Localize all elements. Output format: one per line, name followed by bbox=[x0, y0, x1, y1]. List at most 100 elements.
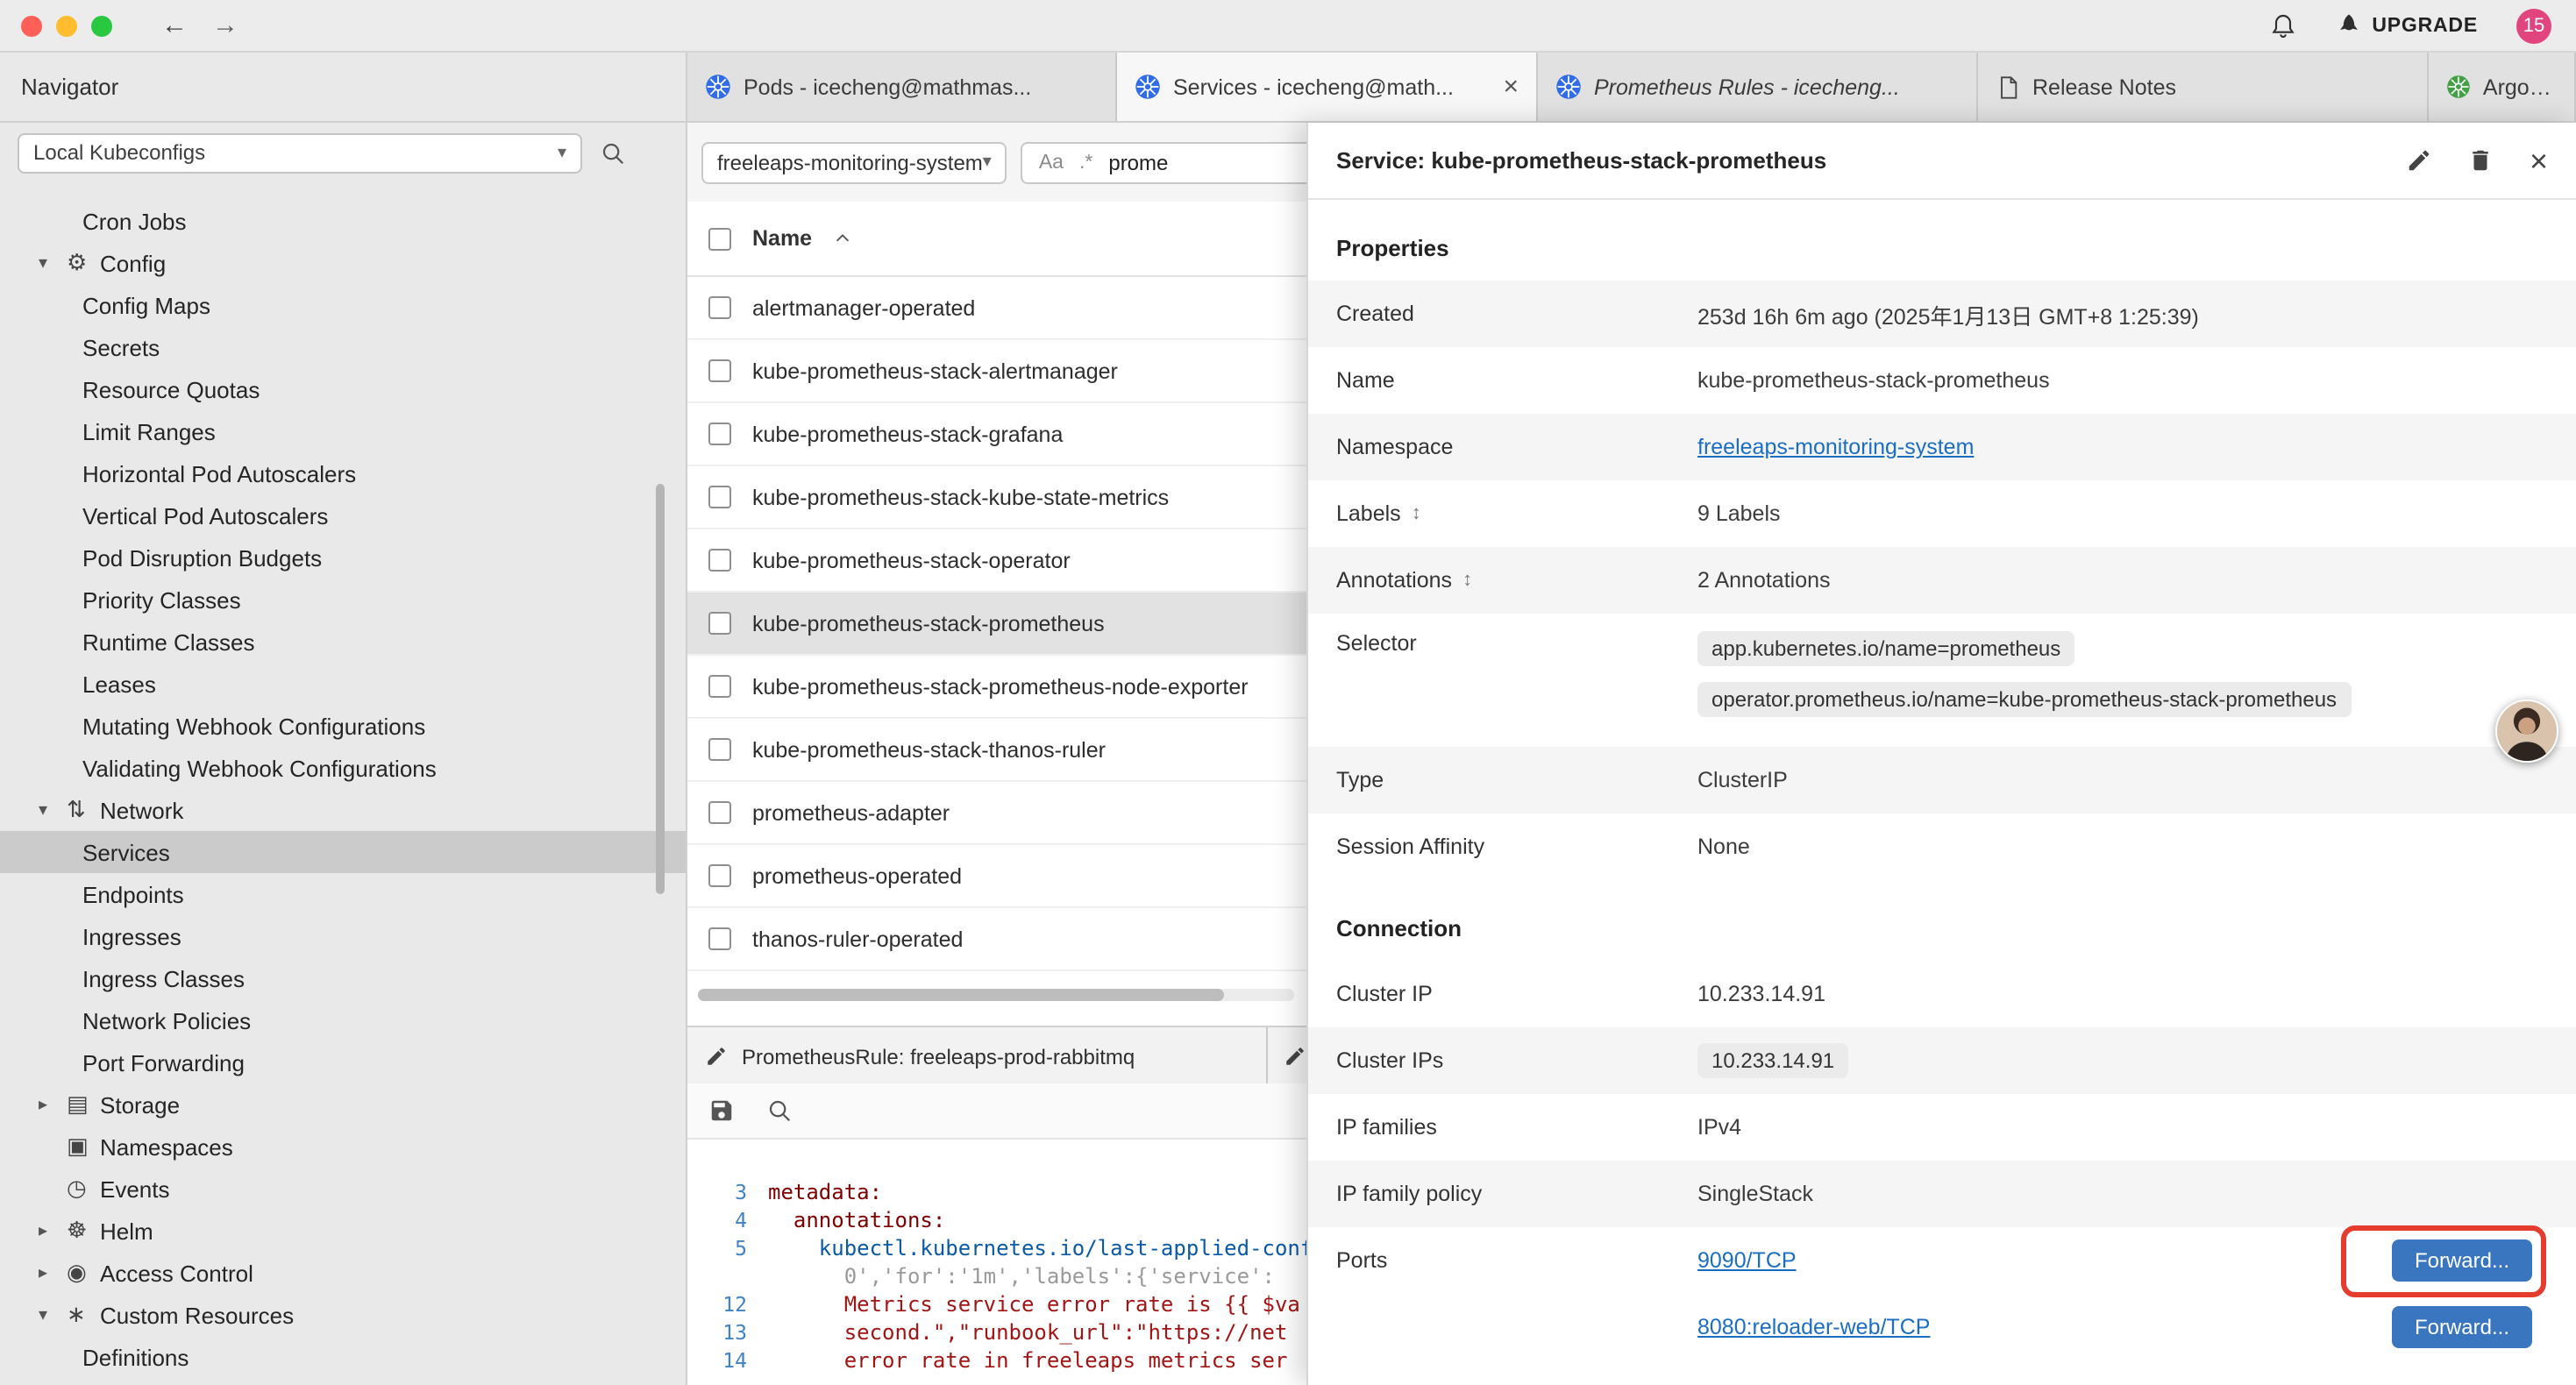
tab-prometheus-rules[interactable]: Prometheus Rules - icecheng... bbox=[1538, 53, 1978, 121]
sidebar-item[interactable]: Cron Jobs bbox=[0, 200, 686, 242]
sidebar-item[interactable]: ▸ ◉ Access Control bbox=[0, 1252, 686, 1294]
sidebar-item[interactable]: ▾ ⇅ Network bbox=[0, 789, 686, 831]
search-input[interactable]: Aa .* prome bbox=[1021, 141, 1306, 183]
tree-chevron-icon[interactable]: ▸ bbox=[39, 1263, 67, 1282]
tab-pods[interactable]: Pods - icecheng@mathmas... bbox=[687, 53, 1117, 121]
row-checkbox[interactable] bbox=[708, 359, 731, 382]
sidebar-item[interactable]: Mutating Webhook Configurations bbox=[0, 705, 686, 747]
sidebar-item[interactable]: Horizontal Pod Autoscalers bbox=[0, 452, 686, 494]
dock-tab-prometheusrule[interactable]: PrometheusRule: freeleaps-prod-rabbitmq bbox=[687, 1027, 1268, 1085]
expander-icon[interactable]: ↕ bbox=[1462, 570, 1472, 591]
sidebar-item[interactable]: Definitions bbox=[0, 1336, 686, 1378]
row-checkbox[interactable] bbox=[708, 612, 731, 635]
save-icon[interactable] bbox=[708, 1097, 735, 1124]
kubeconfig-selector[interactable]: Local Kubeconfigs ▾ bbox=[18, 132, 582, 173]
close-icon[interactable]: × bbox=[2530, 145, 2548, 176]
sidebar-item[interactable]: Leases bbox=[0, 663, 686, 705]
tab-close-icon[interactable]: × bbox=[1503, 74, 1519, 100]
tree-chevron-icon[interactable]: ▾ bbox=[39, 1305, 67, 1325]
service-row[interactable]: kube-prometheus-stack-grafana bbox=[687, 403, 1306, 466]
tab-release-notes[interactable]: Release Notes bbox=[1978, 53, 2429, 121]
tree-chevron-icon[interactable]: ▸ bbox=[39, 1221, 67, 1240]
yaml-editor[interactable]: 3 metadata: 4 annotations: 5 kubectl.kub… bbox=[687, 1140, 1306, 1385]
sidebar-item[interactable]: Pod Disruption Budgets bbox=[0, 536, 686, 579]
sidebar-item[interactable]: ▣ Namespaces bbox=[0, 1126, 686, 1168]
expander-icon[interactable]: ↕ bbox=[1412, 503, 1421, 524]
row-checkbox[interactable] bbox=[708, 927, 731, 950]
sidebar-item[interactable]: ▸ ☸ Helm bbox=[0, 1210, 686, 1252]
tab-argo[interactable]: Argo Se bbox=[2429, 53, 2576, 121]
tree-chevron-icon[interactable]: ▸ bbox=[39, 1095, 67, 1114]
tab-services[interactable]: Services - icecheng@math... × bbox=[1117, 53, 1538, 121]
notification-count-badge[interactable]: 15 bbox=[2516, 8, 2551, 43]
namespace-selector[interactable]: freeleaps-monitoring-system ▾ bbox=[701, 141, 1007, 183]
back-icon[interactable]: ← bbox=[161, 12, 188, 39]
edit-pencil-icon[interactable] bbox=[2407, 147, 2433, 174]
window-maximize-button[interactable] bbox=[91, 15, 112, 36]
sidebar-item[interactable]: Endpoints bbox=[0, 873, 686, 915]
service-row[interactable]: kube-prometheus-stack-prometheus-node-ex… bbox=[687, 656, 1306, 719]
sidebar-item[interactable]: ◷ Events bbox=[0, 1168, 686, 1210]
forward-button[interactable]: Forward... bbox=[2392, 1306, 2532, 1348]
row-checkbox[interactable] bbox=[708, 296, 731, 319]
window-minimize-button[interactable] bbox=[56, 15, 77, 36]
service-row[interactable]: alertmanager-operated bbox=[687, 277, 1306, 340]
select-all-checkbox[interactable] bbox=[708, 227, 731, 250]
service-row[interactable]: kube-prometheus-stack-thanos-ruler bbox=[687, 719, 1306, 782]
sidebar-item[interactable]: Validating Webhook Configurations bbox=[0, 747, 686, 789]
sidebar-item[interactable]: Config Maps bbox=[0, 284, 686, 326]
match-case-toggle[interactable]: Aa bbox=[1039, 152, 1064, 173]
horizontal-scrollbar[interactable] bbox=[698, 989, 1294, 1001]
sidebar-item[interactable]: ▾ ⚙ Config bbox=[0, 242, 686, 284]
service-row[interactable]: prometheus-adapter bbox=[687, 782, 1306, 845]
sidebar-item[interactable]: ▾ ∗ Custom Resources bbox=[0, 1294, 686, 1336]
tree-chevron-icon[interactable]: ▾ bbox=[39, 800, 67, 820]
name-column-header[interactable]: Name bbox=[752, 226, 812, 251]
sidebar-search-icon[interactable] bbox=[600, 139, 626, 166]
editor-search-icon[interactable] bbox=[766, 1097, 793, 1124]
sidebar-item[interactable]: Services bbox=[0, 831, 686, 873]
service-row[interactable]: kube-prometheus-stack-prometheus bbox=[687, 593, 1306, 656]
row-checkbox[interactable] bbox=[708, 801, 731, 824]
service-row[interactable]: thanos-ruler-operated bbox=[687, 908, 1306, 971]
sidebar-scrollbar[interactable] bbox=[656, 484, 665, 894]
sidebar-item[interactable]: Ingresses bbox=[0, 915, 686, 957]
port-link[interactable]: 9090/TCP bbox=[1697, 1248, 1797, 1273]
sidebar-item[interactable]: ▸ ▤ Storage bbox=[0, 1083, 686, 1126]
sidebar-item[interactable]: Runtime Classes bbox=[0, 621, 686, 663]
sidebar-item[interactable]: Priority Classes bbox=[0, 579, 686, 621]
service-row[interactable]: kube-prometheus-stack-alertmanager bbox=[687, 340, 1306, 403]
labels-count: 9 Labels bbox=[1697, 501, 2548, 526]
row-checkbox[interactable] bbox=[708, 549, 731, 572]
window-close-button[interactable] bbox=[21, 15, 42, 36]
row-checkbox[interactable] bbox=[708, 675, 731, 698]
delete-trash-icon[interactable] bbox=[2468, 147, 2494, 174]
row-checkbox[interactable] bbox=[708, 864, 731, 887]
row-checkbox[interactable] bbox=[708, 486, 731, 508]
service-row[interactable]: kube-prometheus-stack-kube-state-metrics bbox=[687, 466, 1306, 529]
sidebar-item[interactable]: Limit Ranges bbox=[0, 410, 686, 452]
tree-chevron-icon[interactable]: ▾ bbox=[39, 253, 67, 273]
upgrade-button[interactable]: UPGRADE bbox=[2335, 12, 2478, 39]
sidebar-item[interactable]: Network Policies bbox=[0, 999, 686, 1041]
service-row[interactable]: prometheus-operated bbox=[687, 845, 1306, 908]
regex-toggle[interactable]: .* bbox=[1079, 152, 1092, 173]
row-checkbox[interactable] bbox=[708, 738, 731, 761]
sidebar-item[interactable]: Ingress Classes bbox=[0, 957, 686, 999]
sidebar-item[interactable]: Resource Quotas bbox=[0, 368, 686, 410]
scrollbar-thumb[interactable] bbox=[698, 989, 1224, 1001]
port-link[interactable]: 8080:reloader-web/TCP bbox=[1697, 1315, 1930, 1339]
sidebar-item[interactable]: Port Forwarding bbox=[0, 1041, 686, 1083]
sidebar-item[interactable]: Secrets bbox=[0, 326, 686, 368]
forward-icon[interactable]: → bbox=[212, 12, 238, 39]
forward-button[interactable]: Forward... bbox=[2392, 1239, 2532, 1282]
user-avatar[interactable] bbox=[2495, 700, 2558, 763]
namespace-link[interactable]: freeleaps-monitoring-system bbox=[1697, 435, 1974, 459]
service-row[interactable]: kube-prometheus-stack-operator bbox=[687, 529, 1306, 593]
search-query-text: prome bbox=[1108, 150, 1168, 174]
row-checkbox[interactable] bbox=[708, 423, 731, 445]
notifications-bell-icon[interactable] bbox=[2268, 11, 2296, 39]
dock-tab-partial[interactable] bbox=[1268, 1027, 1306, 1085]
sort-asc-icon[interactable] bbox=[833, 229, 852, 248]
sidebar-item[interactable]: Vertical Pod Autoscalers bbox=[0, 494, 686, 536]
